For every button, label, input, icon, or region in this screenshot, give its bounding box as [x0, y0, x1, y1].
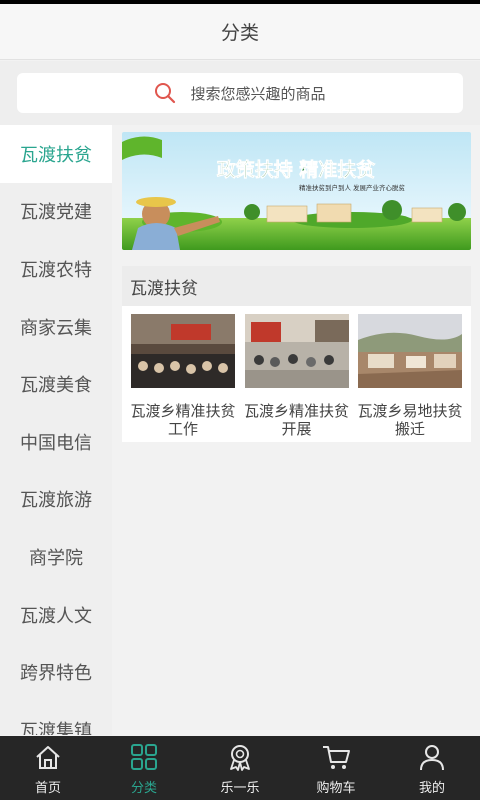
tab-label: 乐一乐 [220, 781, 260, 796]
banner-headline: 政策扶持 精准扶贫 [217, 158, 377, 181]
product-name: 瓦渡乡易地扶贫搬迁 [357, 402, 463, 438]
banner-image: 政策扶持 精准扶贫 精准扶贫到户到人 发展产业齐心脱贫 [122, 132, 471, 250]
sidebar-item-jizhen[interactable]: 瓦渡集镇 [0, 701, 112, 735]
product-name: 瓦渡乡精准扶贫工作 [130, 402, 236, 438]
search-icon [154, 82, 176, 104]
category-content: 政策扶持 精准扶贫 精准扶贫到户到人 发展产业齐心脱贫 瓦渡扶贫 瓦渡乡精准扶贫… [122, 132, 471, 442]
sidebar-item-nongte[interactable]: 瓦渡农特 [0, 240, 112, 298]
sidebar-item-fupin[interactable]: 瓦渡扶贫 [0, 125, 112, 183]
tab-cart[interactable]: 购物车 [288, 736, 384, 800]
search-area: 搜索您感兴趣的商品 [0, 61, 480, 125]
bottom-tab-bar: 首页 分类 乐一乐 购物车 我的 [0, 736, 480, 800]
page-header: 分类 [0, 4, 480, 60]
section-title: 瓦渡扶贫 [122, 266, 471, 306]
sidebar-item-shangxueyuan[interactable]: 商学院 [0, 528, 112, 586]
product-thumbnail [244, 314, 349, 388]
tab-leyile[interactable]: 乐一乐 [192, 736, 288, 800]
product-list: 瓦渡乡精准扶贫工作 瓦渡乡精准扶贫开展 瓦渡乡易地扶贫搬迁 [122, 306, 471, 442]
tab-label: 分类 [130, 781, 157, 796]
product-card[interactable]: 瓦渡乡精准扶贫开展 [243, 314, 349, 442]
sidebar-item-shangjia[interactable]: 商家云集 [0, 298, 112, 356]
user-icon [420, 745, 444, 771]
sidebar-item-dangjian[interactable]: 瓦渡党建 [0, 183, 112, 241]
category-sidebar: 瓦渡扶贫 瓦渡党建 瓦渡农特 商家云集 瓦渡美食 中国电信 瓦渡旅游 商学院 瓦… [0, 125, 112, 735]
category-grid-icon [131, 744, 157, 770]
product-name: 瓦渡乡精准扶贫开展 [243, 402, 349, 438]
tab-mine[interactable]: 我的 [384, 736, 480, 800]
page-title: 分类 [220, 22, 259, 44]
sidebar-item-meishi[interactable]: 瓦渡美食 [0, 355, 112, 413]
search-input[interactable]: 搜索您感兴趣的商品 [17, 73, 463, 113]
sidebar-item-dianxin[interactable]: 中国电信 [0, 413, 112, 471]
award-badge-icon [230, 745, 250, 771]
sidebar-item-renwen[interactable]: 瓦渡人文 [0, 586, 112, 644]
tab-label: 首页 [34, 781, 61, 796]
banner-subline: 精准扶贫到户到人 发展产业齐心脱贫 [299, 183, 406, 192]
tab-label: 我的 [418, 781, 445, 796]
tab-category[interactable]: 分类 [96, 736, 192, 800]
home-icon [36, 746, 60, 769]
promo-banner[interactable]: 政策扶持 精准扶贫 精准扶贫到户到人 发展产业齐心脱贫 [122, 132, 471, 250]
product-card[interactable]: 瓦渡乡易地扶贫搬迁 [357, 314, 463, 442]
sidebar-item-kuajie[interactable]: 跨界特色 [0, 643, 112, 701]
cart-icon [323, 746, 350, 769]
tab-label: 购物车 [316, 781, 356, 796]
search-placeholder: 搜索您感兴趣的商品 [190, 84, 326, 103]
product-thumbnail [131, 314, 235, 388]
tab-home[interactable]: 首页 [0, 736, 96, 800]
product-thumbnail [358, 314, 462, 388]
product-card[interactable]: 瓦渡乡精准扶贫工作 [130, 314, 236, 442]
sidebar-item-lvyou[interactable]: 瓦渡旅游 [0, 471, 112, 529]
